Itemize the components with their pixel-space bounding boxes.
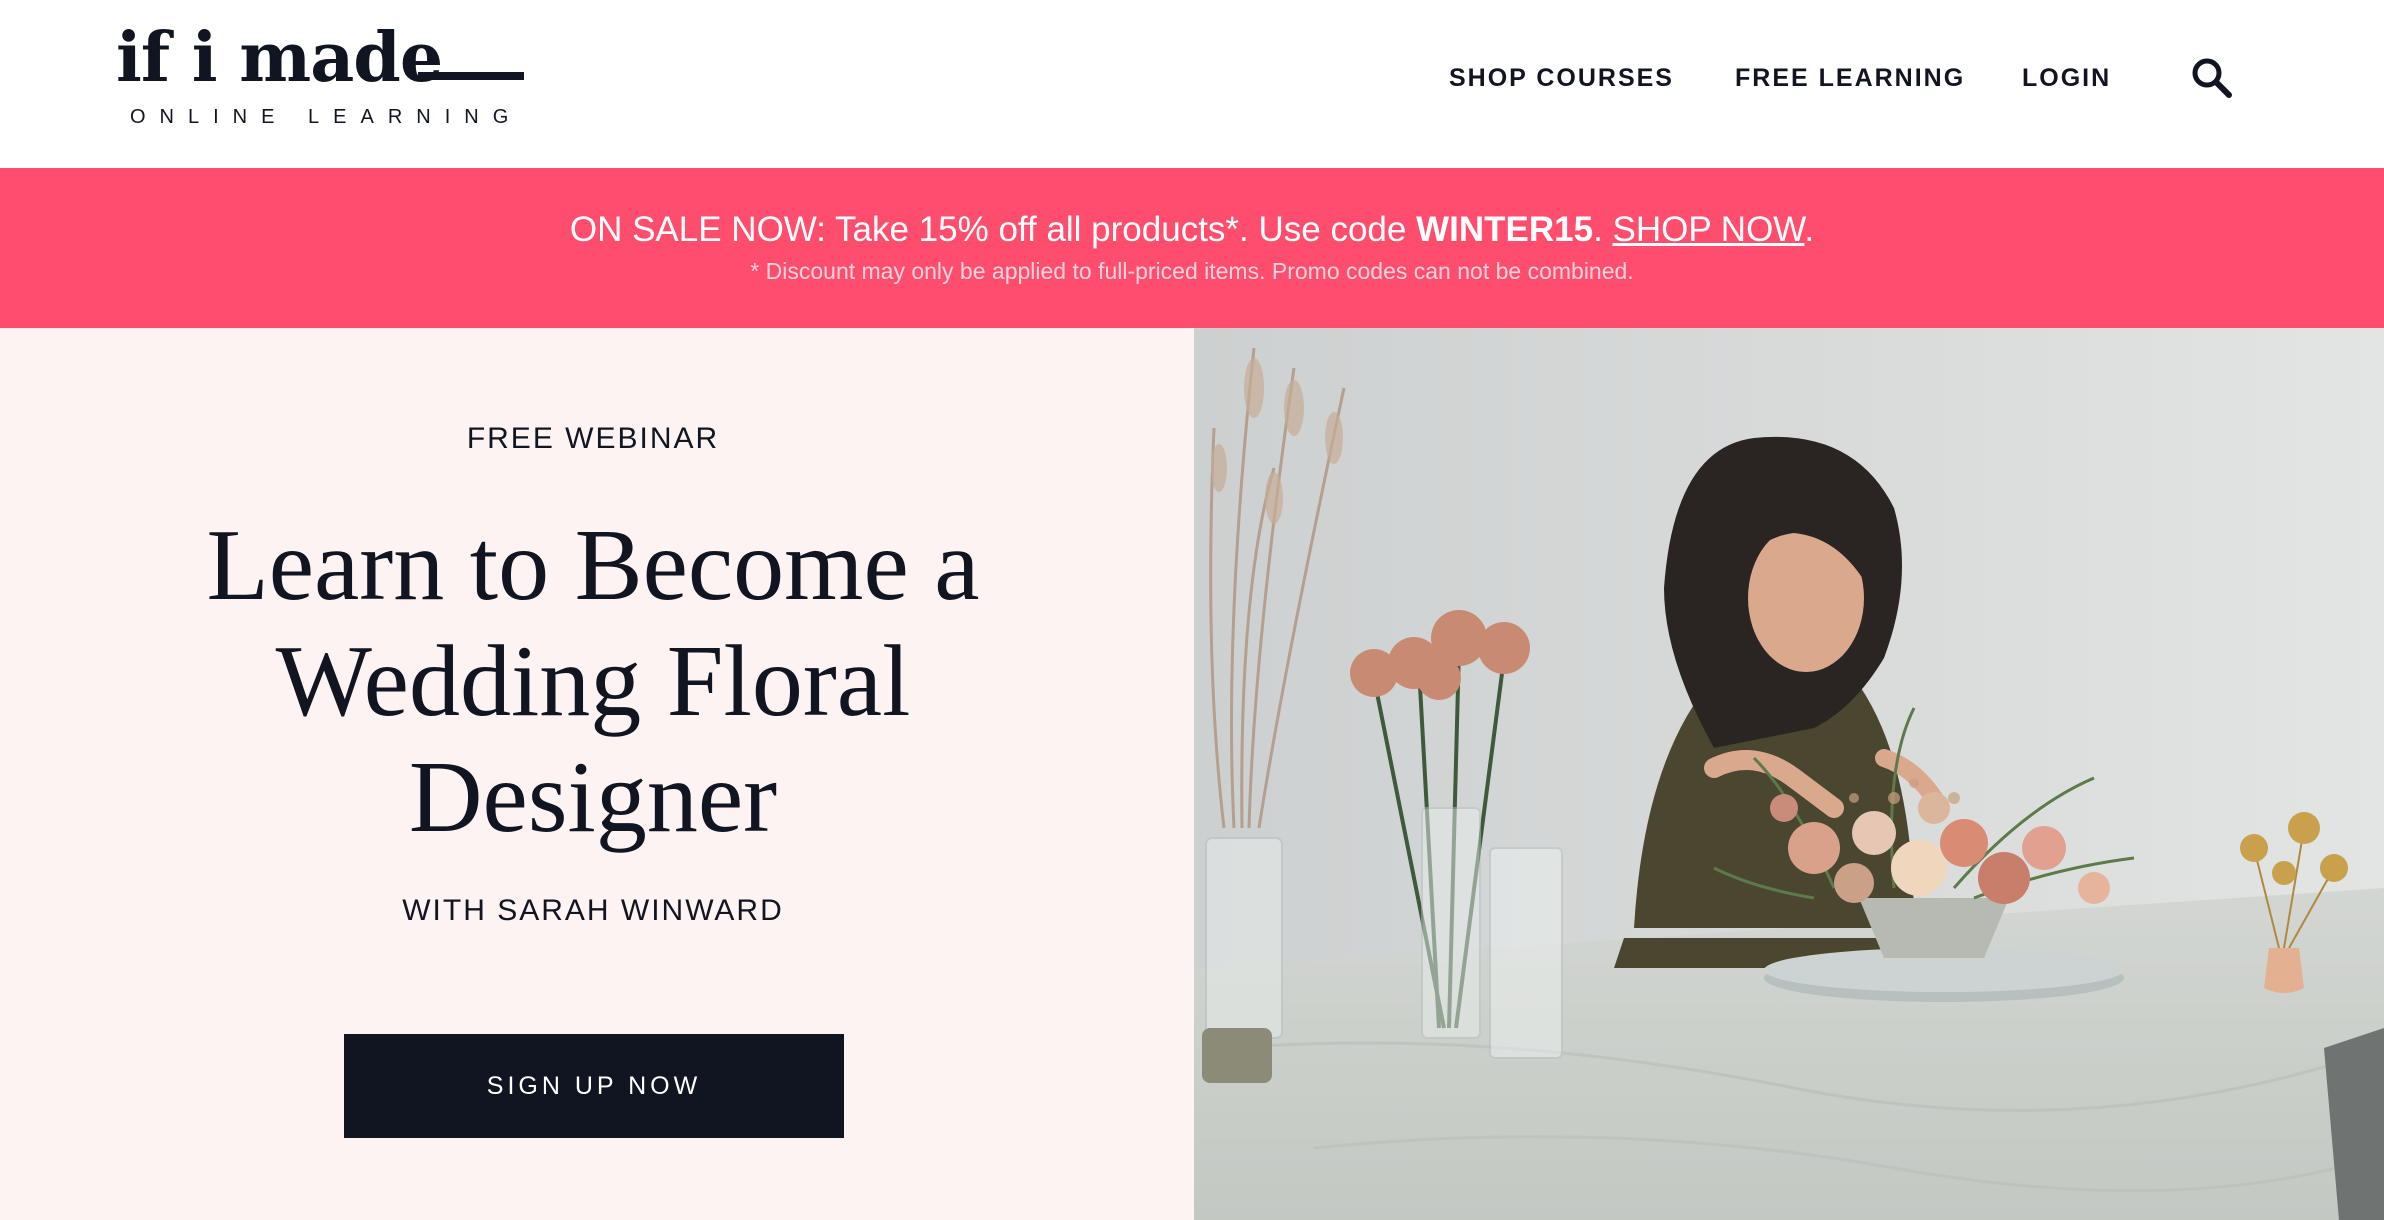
florist-photo-illustration [1194, 328, 2384, 1220]
hero-byline: WITH SARAH WINWARD [402, 894, 784, 927]
nav-login[interactable]: LOGIN [2022, 60, 2111, 96]
shop-now-link[interactable]: SHOP NOW [1613, 210, 1805, 249]
promo-code: WINTER15 [1416, 210, 1594, 249]
site-header: if i made ONLINE LEARNING SHOP COURSES F… [0, 0, 2384, 168]
nav-shop-courses[interactable]: SHOP COURSES [1449, 60, 1674, 96]
hero-title: Learn to Become a Wedding Floral Designe… [120, 508, 1066, 856]
promo-message: ON SALE NOW: Take 15% off all products*.… [0, 208, 2384, 252]
sign-up-button[interactable]: SIGN UP NOW [344, 1034, 844, 1138]
nav-free-learning[interactable]: FREE LEARNING [1735, 60, 1965, 96]
hero-title-line1: Learn to Become a [206, 509, 980, 622]
promo-separator: . [1593, 210, 1613, 249]
main-nav: SHOP COURSES FREE LEARNING LOGIN [0, 60, 2384, 100]
hero-photo [1194, 328, 2384, 1220]
hero-text-panel: FREE WEBINAR Learn to Become a Wedding F… [0, 328, 1194, 1220]
hero-title-line3: Designer [408, 741, 778, 854]
promo-banner: ON SALE NOW: Take 15% off all products*.… [0, 168, 2384, 328]
promo-text: ON SALE NOW: Take 15% off all products*.… [569, 210, 1417, 249]
promo-disclaimer: * Discount may only be applied to full-p… [750, 258, 1634, 284]
logo-tagline: ONLINE LEARNING [130, 106, 523, 128]
hero-title-line2: Wedding Floral [275, 625, 911, 738]
hero-eyebrow: FREE WEBINAR [466, 422, 720, 455]
promo-suffix: . [1804, 210, 1815, 249]
search-button[interactable] [2190, 56, 2234, 100]
search-icon [2192, 58, 2232, 98]
